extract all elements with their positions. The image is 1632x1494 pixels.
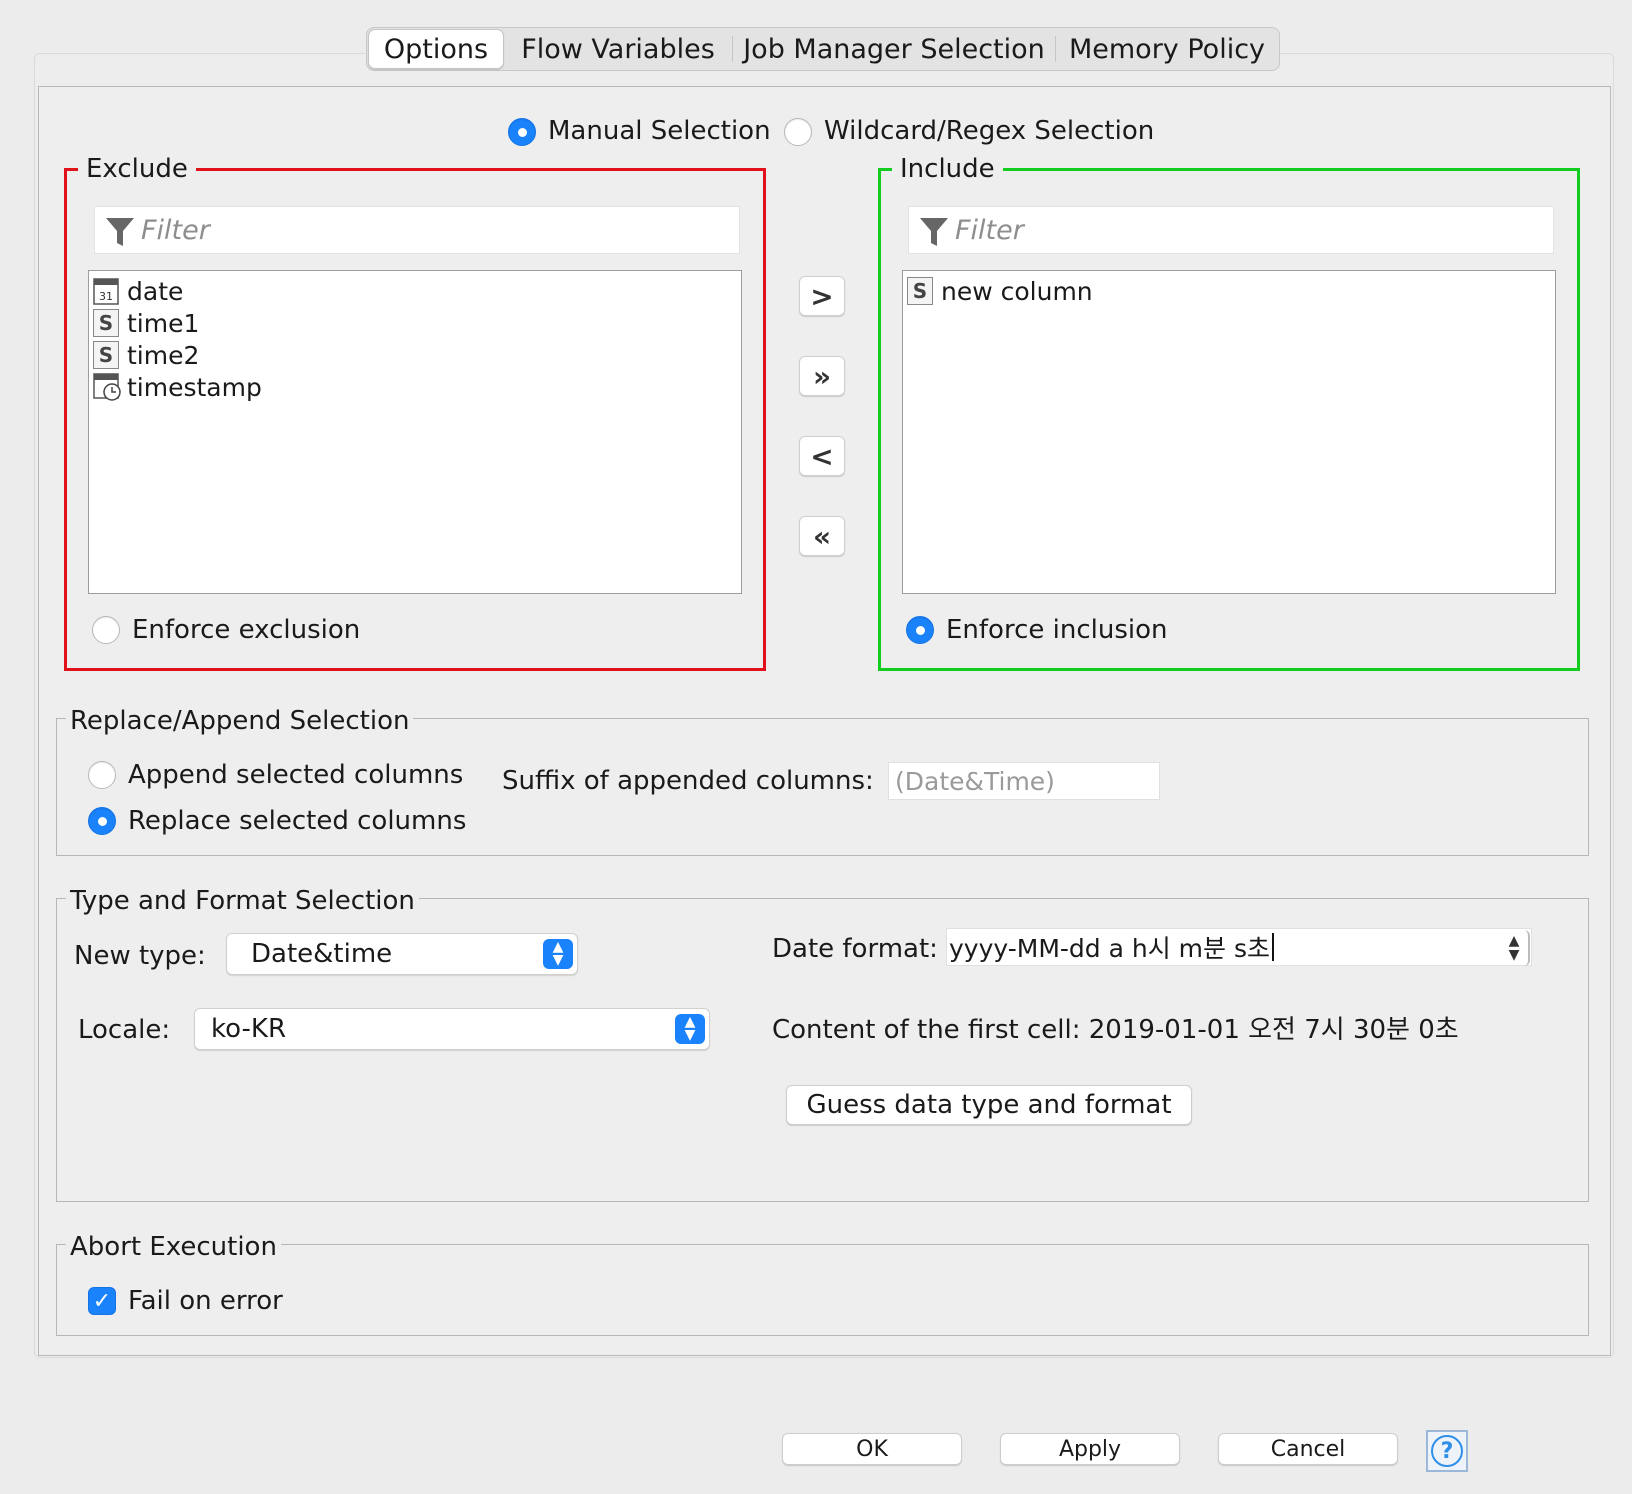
replace-columns-label[interactable]: Replace selected columns [128,806,466,836]
wildcard-regex-selection-label[interactable]: Wildcard/Regex Selection [824,116,1154,146]
help-icon: ? [1431,1435,1463,1467]
include-filter-input[interactable]: Filter [908,206,1554,254]
enforce-inclusion-label[interactable]: Enforce inclusion [946,615,1168,645]
include-column-list[interactable]: S new column [902,270,1556,594]
abort-execution-group [56,1244,1589,1336]
enforce-inclusion-radio[interactable] [906,616,934,644]
locale-select[interactable]: ko-KR ▲ ▼ [194,1008,710,1050]
guess-format-button[interactable]: Guess data type and format [786,1085,1192,1125]
tab-memory-policy[interactable]: Memory Policy [1056,29,1278,69]
add-column-button[interactable]: > [799,276,845,316]
new-type-label: New type: [74,941,206,971]
type-format-title: Type and Format Selection [66,886,419,916]
cancel-button[interactable]: Cancel [1218,1433,1398,1465]
append-columns-radio[interactable] [88,761,116,789]
new-type-select[interactable]: Date&time ▲ ▼ [226,933,578,975]
abort-execution-title: Abort Execution [66,1232,281,1262]
filter-funnel-icon [920,218,948,246]
enforce-exclusion-radio[interactable] [92,616,120,644]
date-format-combo[interactable]: yyyy-MM-dd a h시 m분 s초 [946,928,1532,966]
double-chevron-right-icon: » [812,359,832,393]
add-all-columns-button[interactable]: » [799,356,845,396]
string-type-icon: S [93,309,119,337]
column-name: timestamp [127,372,262,402]
include-title: Include [892,154,1003,184]
exclude-title: Exclude [78,154,196,184]
list-item[interactable]: S new column [907,275,1093,307]
remove-all-columns-button[interactable]: « [799,516,845,556]
column-name: time1 [127,308,200,338]
text-cursor [1272,933,1274,961]
date-format-label: Date format: [772,934,938,964]
fail-on-error-label[interactable]: Fail on error [128,1286,283,1316]
column-name: date [127,276,184,306]
suffix-input[interactable]: (Date&Time) [888,762,1160,800]
fail-on-error-checkbox[interactable]: ✓ [88,1287,116,1315]
chevron-left-icon: < [810,439,834,473]
combo-chevrons-icon[interactable]: ▲ ▼ [1500,930,1530,966]
tab-options[interactable]: Options [368,29,504,69]
apply-button[interactable]: Apply [1000,1433,1180,1465]
replace-append-title: Replace/Append Selection [66,706,414,736]
list-item[interactable]: S time1 [93,307,199,339]
manual-selection-label[interactable]: Manual Selection [548,116,771,146]
locale-label: Locale: [78,1015,171,1045]
string-type-icon: S [907,277,933,305]
checkmark-icon: ✓ [92,1288,112,1314]
list-item[interactable]: S time2 [93,339,199,371]
stepper-chevrons-icon: ▲ ▼ [675,1014,705,1044]
list-item[interactable]: 31 date [93,275,183,307]
stepper-chevrons-icon: ▲ ▼ [543,939,573,969]
chevron-right-icon: > [810,279,834,313]
append-columns-label[interactable]: Append selected columns [128,760,463,790]
suffix-label: Suffix of appended columns: [502,766,874,796]
wildcard-regex-selection-radio[interactable] [784,118,812,146]
string-type-icon: S [93,341,119,369]
double-chevron-left-icon: « [812,519,832,553]
column-name: time2 [127,340,200,370]
tab-job-manager-selection[interactable]: Job Manager Selection [733,29,1055,69]
tab-bar: Options Flow Variables Job Manager Selec… [366,27,1280,71]
enforce-exclusion-label[interactable]: Enforce exclusion [132,615,360,645]
tab-flow-variables[interactable]: Flow Variables [504,29,732,69]
remove-column-button[interactable]: < [799,436,845,476]
datetime-icon [93,373,121,401]
list-item[interactable]: timestamp [93,371,262,403]
exclude-column-list[interactable]: 31 date S time1 S time2 timestamp [88,270,742,594]
column-name: new column [941,276,1093,306]
replace-columns-radio[interactable] [88,807,116,835]
manual-selection-radio[interactable] [508,118,536,146]
help-button[interactable]: ? [1426,1430,1468,1472]
exclude-filter-input[interactable]: Filter [94,206,740,254]
first-cell-content: Content of the first cell: 2019-01-01 오전… [772,1015,1459,1045]
calendar-icon: 31 [93,278,119,305]
filter-funnel-icon [106,218,134,246]
svg-text:31: 31 [99,290,113,303]
ok-button[interactable]: OK [782,1433,962,1465]
